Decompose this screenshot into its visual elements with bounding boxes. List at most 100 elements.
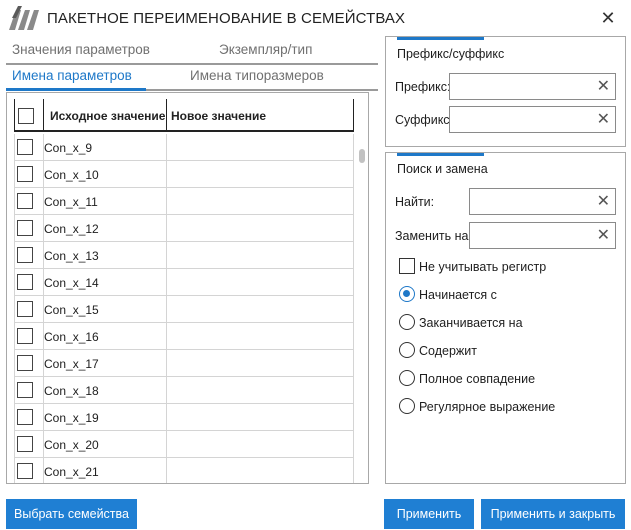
row-border — [353, 323, 354, 350]
apply-button[interactable]: Применить — [384, 499, 474, 529]
row-checkbox[interactable] — [17, 193, 33, 209]
table-row[interactable]: Con_x_12 — [14, 215, 354, 242]
tab-parameter-names[interactable]: Имена параметров — [12, 68, 132, 83]
row-checkbox[interactable] — [17, 274, 33, 290]
row-border — [14, 134, 15, 161]
row-divider — [166, 134, 167, 161]
source-value-cell: Con_x_10 — [44, 168, 99, 182]
column-header-new[interactable]: Новое значение — [171, 109, 266, 123]
row-divider — [166, 377, 167, 404]
row-border — [353, 269, 354, 296]
clear-prefix-icon[interactable]: ✕ — [597, 77, 610, 97]
row-border — [14, 431, 15, 458]
row-checkbox[interactable] — [17, 463, 33, 479]
match-mode-radio[interactable] — [399, 370, 415, 386]
clear-suffix-icon[interactable]: ✕ — [597, 110, 610, 130]
row-border — [14, 242, 15, 269]
table-row[interactable]: Con_x_13 — [14, 242, 354, 269]
vertical-scrollbar[interactable] — [359, 149, 365, 163]
select-all-checkbox[interactable] — [18, 108, 34, 124]
table-row[interactable]: Con_x_14 — [14, 269, 354, 296]
tab-instance-type[interactable]: Экземпляр/тип — [219, 42, 312, 57]
suffix-label: Суффикс: — [395, 113, 454, 127]
tab-underline-right — [187, 89, 378, 91]
row-checkbox[interactable] — [17, 355, 33, 371]
suffix-field[interactable]: ✕ — [449, 106, 616, 133]
row-divider — [166, 242, 167, 269]
replace-field[interactable]: ✕ — [469, 222, 616, 249]
table-row[interactable]: Con_x_20 — [14, 431, 354, 458]
table-row[interactable]: Con_x_21 — [14, 458, 354, 483]
match-mode-radio[interactable] — [399, 286, 415, 302]
header-divider — [166, 99, 167, 132]
source-value-cell: Con_x_19 — [44, 411, 99, 425]
replace-input[interactable] — [470, 223, 615, 248]
prefix-field[interactable]: ✕ — [449, 73, 616, 100]
row-checkbox[interactable] — [17, 220, 33, 236]
table-row[interactable]: Con_x_16 — [14, 323, 354, 350]
row-border — [14, 323, 15, 350]
table-row[interactable]: Con_x_9 — [14, 134, 354, 161]
row-border — [353, 161, 354, 188]
find-input[interactable] — [470, 189, 615, 214]
row-border — [14, 188, 15, 215]
row-border — [14, 377, 15, 404]
prefix-suffix-panel: Префикс/суффикс Префикс: ✕ Суффикс: ✕ — [385, 36, 626, 147]
find-field[interactable]: ✕ — [469, 188, 616, 215]
table-row[interactable]: Con_x_10 — [14, 161, 354, 188]
match-mode-label[interactable]: Заканчивается на — [419, 316, 523, 330]
find-replace-panel: Поиск и замена Найти: ✕ Заменить на: ✕ Н… — [385, 152, 626, 484]
apply-and-close-button[interactable]: Применить и закрыть — [481, 499, 625, 529]
row-checkbox[interactable] — [17, 301, 33, 317]
table-row[interactable]: Con_x_17 — [14, 350, 354, 377]
match-mode-radio[interactable] — [399, 398, 415, 414]
match-mode-radio[interactable] — [399, 342, 415, 358]
suffix-input[interactable] — [450, 107, 615, 132]
row-checkbox[interactable] — [17, 247, 33, 263]
prefix-label: Префикс: — [395, 80, 451, 94]
row-border — [353, 458, 354, 483]
clear-find-icon[interactable]: ✕ — [597, 192, 610, 212]
prefix-input[interactable] — [450, 74, 615, 99]
row-checkbox[interactable] — [17, 139, 33, 155]
row-checkbox[interactable] — [17, 328, 33, 344]
source-value-cell: Con_x_15 — [44, 303, 99, 317]
header-left-border — [14, 99, 15, 132]
row-divider — [166, 350, 167, 377]
match-mode-label[interactable]: Регулярное выражение — [419, 400, 555, 414]
row-checkbox[interactable] — [17, 436, 33, 452]
tab-parameter-values[interactable]: Значения параметров — [12, 42, 150, 57]
row-divider — [166, 215, 167, 242]
clear-replace-icon[interactable]: ✕ — [597, 226, 610, 246]
select-families-button[interactable]: Выбрать семейства — [6, 499, 137, 529]
ignore-case-checkbox[interactable] — [399, 258, 415, 274]
row-border — [353, 431, 354, 458]
source-value-cell: Con_x_16 — [44, 330, 99, 344]
row-divider — [166, 269, 167, 296]
column-header-source[interactable]: Исходное значение — [50, 109, 165, 123]
match-mode-label[interactable]: Содержит — [419, 344, 477, 358]
table-row[interactable]: Con_x_18 — [14, 377, 354, 404]
match-mode-label[interactable]: Начинается с — [419, 288, 497, 302]
table-row[interactable]: Con_x_11 — [14, 188, 354, 215]
source-value-cell: Con_x_12 — [44, 222, 99, 236]
row-checkbox[interactable] — [17, 166, 33, 182]
close-icon[interactable]: ✕ — [598, 8, 618, 28]
tab-underline-top — [6, 63, 378, 65]
row-border — [353, 296, 354, 323]
row-divider — [166, 188, 167, 215]
row-border — [353, 350, 354, 377]
ignore-case-label[interactable]: Не учитывать регистр — [419, 260, 546, 274]
table-row[interactable]: Con_x_19 — [14, 404, 354, 431]
row-divider — [166, 296, 167, 323]
match-mode-label[interactable]: Полное совпадение — [419, 372, 535, 386]
row-checkbox[interactable] — [17, 382, 33, 398]
title-bar: ПАКЕТНОЕ ПЕРЕИМЕНОВАНИЕ В СЕМЕЙСТВАХ ✕ — [0, 0, 631, 36]
match-mode-radio[interactable] — [399, 314, 415, 330]
source-value-cell: Con_x_17 — [44, 357, 99, 371]
tab-type-names[interactable]: Имена типоразмеров — [190, 68, 324, 83]
table-row[interactable]: Con_x_15 — [14, 296, 354, 323]
row-checkbox[interactable] — [17, 409, 33, 425]
row-divider — [166, 458, 167, 483]
row-border — [353, 188, 354, 215]
